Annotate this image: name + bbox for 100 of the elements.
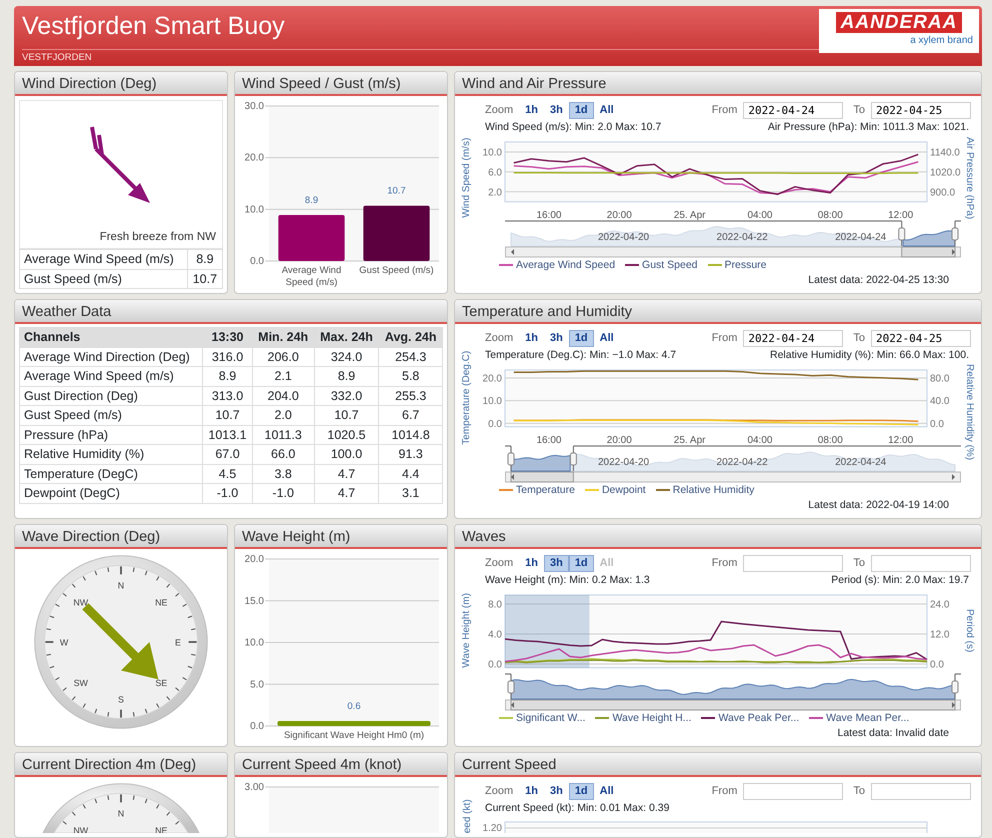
wind-description: Fresh breeze from NW bbox=[98, 230, 217, 245]
axis-tick-label: 0.0 bbox=[250, 256, 264, 265]
range-handle[interactable] bbox=[570, 452, 577, 465]
table-cell: 6.7 bbox=[378, 406, 442, 425]
table-cell: 313.0 bbox=[202, 386, 252, 406]
legend-item[interactable]: Wave Peak Per... bbox=[701, 710, 800, 726]
zoom-button[interactable]: 1d bbox=[568, 102, 594, 118]
date-field[interactable]: 2022-04-25 bbox=[871, 330, 971, 346]
legend-item[interactable]: Wave Mean Per... bbox=[809, 710, 910, 726]
table-cell: Average Wind Speed (m/s) bbox=[20, 366, 203, 386]
column-header: 13:30 bbox=[202, 328, 252, 347]
range-handle[interactable] bbox=[952, 227, 958, 240]
table-cell: Gust Speed (m/s) bbox=[20, 406, 203, 425]
wind-barb-icon bbox=[90, 124, 150, 203]
zoom-label: Zoom bbox=[485, 784, 514, 799]
axis-tick-label: 1.20 bbox=[482, 823, 502, 833]
legend-item[interactable]: Average Wind Speed bbox=[499, 258, 616, 274]
chart-caption: Relative Humidity (%): Min: 66.0 Max: 100. bbox=[770, 348, 969, 363]
zoom-button[interactable]: 1h bbox=[519, 782, 544, 800]
axis-tick-label: 20:00 bbox=[606, 434, 632, 444]
navigator-date-label: 2022-04-24 bbox=[835, 456, 886, 468]
panel-title: Weather Data bbox=[15, 300, 447, 324]
date-field[interactable]: 2022-04-25 bbox=[871, 102, 971, 118]
table-cell: 91.3 bbox=[378, 444, 442, 464]
chart-caption: Wind Speed (m/s): Min: 2.0 Max: 10.7 bbox=[485, 120, 662, 135]
zoom-button[interactable]: All bbox=[594, 782, 620, 800]
date-label: From bbox=[712, 784, 738, 799]
zoom-button[interactable]: 1h bbox=[519, 554, 544, 572]
data-label: 10.7 bbox=[387, 186, 406, 197]
compass-label: SE bbox=[155, 678, 168, 688]
compass-label: NW bbox=[73, 825, 88, 833]
date-label: To bbox=[853, 784, 865, 799]
table-cell: 1011.3 bbox=[252, 425, 314, 444]
chart-caption: Current Speed (kt): Min: 0.01 Max: 0.39 bbox=[485, 801, 670, 816]
range-handle[interactable] bbox=[952, 680, 958, 693]
date-field[interactable]: 2022-04-24 bbox=[743, 102, 844, 118]
axis-tick-label: 20.0 bbox=[244, 554, 264, 565]
zoom-button[interactable]: All bbox=[594, 102, 620, 118]
category-label: Average Wind Speed (m/s) bbox=[280, 265, 342, 289]
table-cell: 324.0 bbox=[314, 347, 379, 366]
table-cell: 1020.5 bbox=[314, 425, 379, 444]
table-cell: 4.4 bbox=[378, 464, 442, 484]
date-field[interactable] bbox=[871, 554, 971, 572]
chart-caption: Air Pressure (hPa): Min: 1011.3 Max: 1021. bbox=[768, 120, 969, 135]
legend-item[interactable]: Significant W... bbox=[499, 710, 586, 726]
axis-tick-label: 10.0 bbox=[482, 147, 502, 158]
zoom-button[interactable]: 1h bbox=[519, 102, 544, 118]
table-cell: Pressure (hPa) bbox=[20, 425, 203, 444]
compass-label: S bbox=[118, 694, 124, 705]
zoom-button[interactable]: 3h bbox=[544, 554, 569, 572]
legend-item[interactable]: Gust Speed bbox=[625, 258, 698, 274]
axis-tick-label: 15.0 bbox=[244, 596, 264, 607]
navigator-date-label: 2022-04-22 bbox=[716, 456, 768, 468]
date-label: From bbox=[712, 556, 738, 571]
zoom-button[interactable]: 1d bbox=[568, 330, 594, 346]
station-name: VESTFJORDEN bbox=[22, 52, 93, 63]
compass-label: N bbox=[118, 808, 124, 819]
panel-title: Current Direction 4m (Deg) bbox=[15, 753, 227, 777]
axis-tick-label: 16:00 bbox=[536, 434, 562, 444]
scrollbar[interactable] bbox=[505, 246, 961, 257]
axis-title: Wind Speed (m/s) bbox=[461, 138, 472, 218]
axis-tick-label: 10.0 bbox=[244, 638, 264, 648]
zoom-button[interactable]: 1d bbox=[568, 782, 594, 800]
zoom-button[interactable]: 1d bbox=[568, 554, 594, 572]
table-cell: 10.7 bbox=[202, 406, 252, 425]
panel-title: Wave Height (m) bbox=[235, 525, 447, 549]
navigator-date-label: 2022-04-22 bbox=[716, 232, 768, 242]
range-handle[interactable] bbox=[508, 680, 514, 693]
scrollbar[interactable] bbox=[505, 699, 961, 710]
date-field[interactable] bbox=[743, 782, 844, 800]
zoom-button[interactable]: 3h bbox=[544, 782, 569, 800]
axis-tick-label: 8.0 bbox=[488, 599, 502, 610]
zoom-button[interactable]: 3h bbox=[544, 330, 569, 346]
table-cell: 10.7 bbox=[187, 269, 222, 288]
zoom-button[interactable]: 3h bbox=[544, 102, 569, 118]
axis-title: Period (s) bbox=[964, 608, 975, 652]
date-field[interactable] bbox=[743, 554, 844, 572]
axis-tick-label: 20:00 bbox=[606, 210, 632, 220]
zoom-button[interactable]: All bbox=[594, 330, 620, 346]
legend-item[interactable]: Relative Humidity bbox=[656, 482, 754, 498]
table-cell: 1013.1 bbox=[202, 425, 252, 444]
chart-caption: Wave Height (m): Min: 0.2 Max: 1.3 bbox=[485, 573, 650, 588]
date-field[interactable]: 2022-04-24 bbox=[743, 330, 844, 346]
legend-item[interactable]: Temperature bbox=[499, 482, 575, 498]
scrollbar[interactable] bbox=[505, 471, 961, 482]
range-handle[interactable] bbox=[508, 452, 514, 465]
axis-tick-label: 900.0 bbox=[930, 187, 956, 198]
logo-tagline: a xylem brand bbox=[910, 34, 974, 48]
legend-item[interactable]: Dewpoint bbox=[584, 482, 646, 498]
data-label: 0.6 bbox=[347, 701, 361, 712]
latest-data-text: Latest data: 2022-04-25 13:30 bbox=[807, 273, 950, 288]
zoom-button[interactable]: 1h bbox=[519, 330, 544, 346]
legend-item[interactable]: Pressure bbox=[708, 258, 767, 274]
panel-title: Wind Speed / Gust (m/s) bbox=[235, 72, 447, 96]
table-cell: 4.5 bbox=[202, 464, 252, 484]
axis-tick-label: 40.0 bbox=[930, 396, 950, 407]
range-handle[interactable] bbox=[898, 227, 906, 240]
legend-item[interactable]: Wave Height H... bbox=[595, 710, 692, 726]
date-field[interactable] bbox=[871, 782, 971, 800]
table-cell: Temperature (DegC) bbox=[20, 464, 203, 484]
